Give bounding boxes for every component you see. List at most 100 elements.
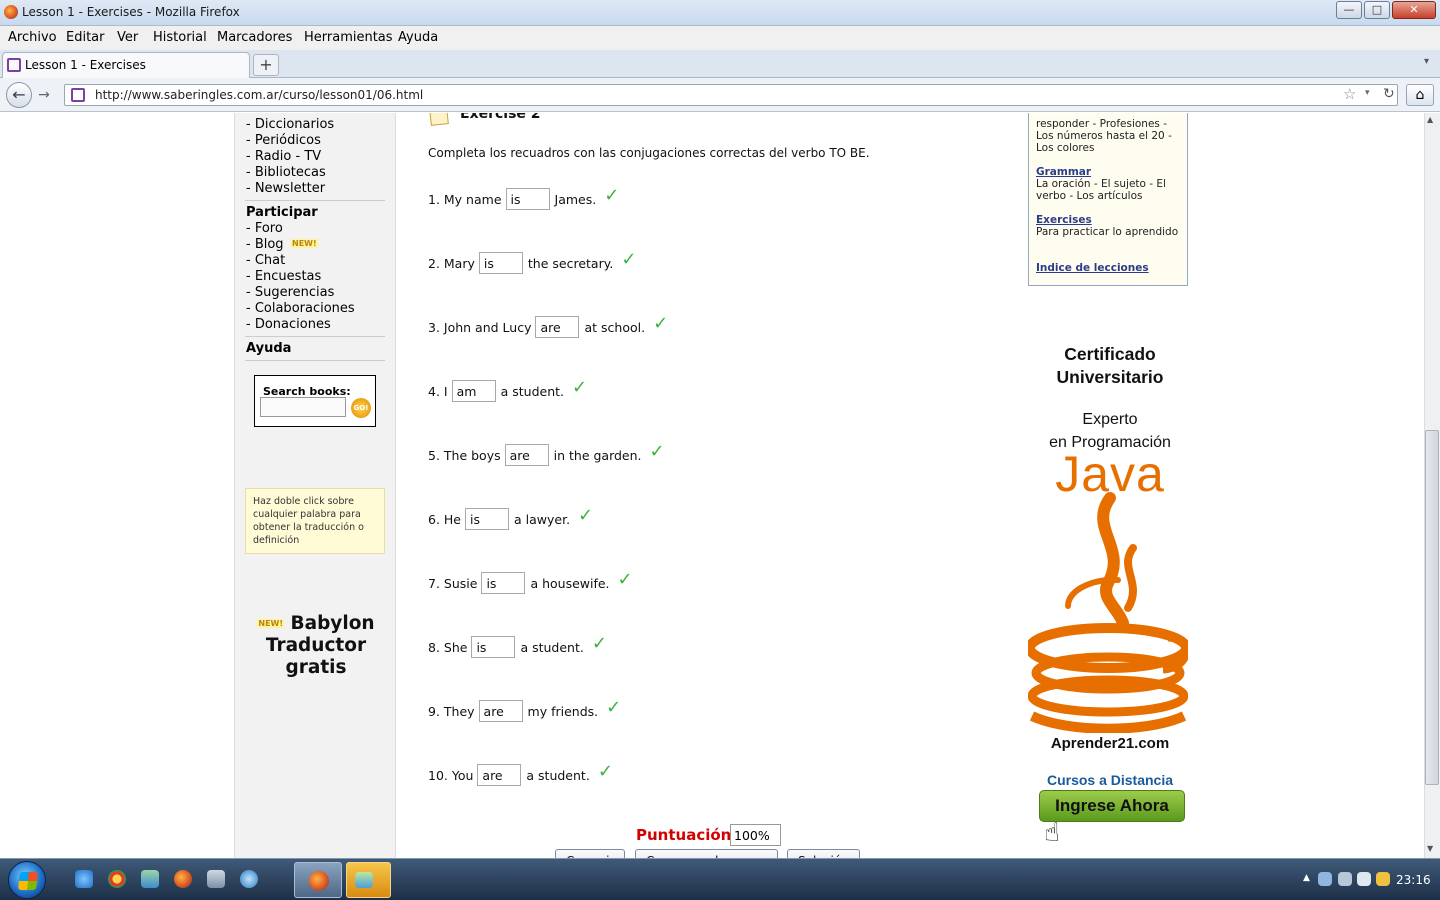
box-icon[interactable]: [207, 870, 225, 888]
search-books-input[interactable]: [260, 397, 346, 417]
sidebar-item-bibliotecas[interactable]: - Bibliotecas: [246, 165, 326, 180]
sidebar-heading-ayuda[interactable]: Ayuda: [246, 341, 291, 356]
maximize-button[interactable]: □: [1364, 1, 1390, 19]
menu-herramientas[interactable]: Herramientas: [304, 30, 393, 45]
menu-historial[interactable]: Historial: [153, 30, 207, 45]
sidebar-item-newsletter[interactable]: - Newsletter: [246, 181, 325, 196]
network-tray-icon[interactable]: [1357, 872, 1371, 886]
divider: [245, 200, 385, 201]
site-identity-icon[interactable]: [71, 88, 85, 102]
user-tray-icon[interactable]: [1338, 872, 1352, 886]
globe-icon[interactable]: [240, 870, 258, 888]
url-text[interactable]: http://www.saberingles.com.ar/curso/less…: [95, 88, 423, 102]
home-button[interactable]: ⌂: [1406, 84, 1434, 106]
forward-button[interactable]: →: [34, 86, 54, 104]
menu-marcadores[interactable]: Marcadores: [217, 30, 292, 45]
exercises-link[interactable]: Exercises: [1036, 214, 1092, 226]
sidebar-item-colaboraciones[interactable]: - Colaboraciones: [246, 301, 355, 316]
user-tray-icon[interactable]: [1318, 872, 1332, 886]
start-button[interactable]: [8, 861, 46, 899]
sidebar-item-label[interactable]: Blog: [255, 237, 284, 252]
sidebar-item-label[interactable]: Chat: [255, 253, 285, 268]
sidebar-item-label[interactable]: Sugerencias: [255, 285, 335, 300]
babylon-line-2[interactable]: Traductor: [235, 635, 397, 657]
answer-input[interactable]: are: [504, 444, 549, 466]
babylon-ad[interactable]: NEW! Babylon Traductor gratis: [235, 613, 397, 679]
minimize-button[interactable]: —: [1336, 1, 1362, 19]
answer-input[interactable]: am: [451, 380, 496, 402]
answer-input[interactable]: are: [477, 764, 522, 786]
menu-ayuda[interactable]: Ayuda: [398, 30, 438, 45]
babylon-line-3[interactable]: gratis: [235, 657, 397, 679]
sidebar-item-label[interactable]: Newsletter: [255, 181, 325, 196]
answer-input[interactable]: is: [481, 572, 526, 594]
taskbar-messenger-window[interactable]: [346, 862, 391, 898]
answer-input[interactable]: is: [505, 188, 550, 210]
sidebar-item-donaciones[interactable]: - Donaciones: [246, 317, 331, 332]
ad-exp-line-1[interactable]: Experto: [1030, 408, 1190, 431]
ie-icon[interactable]: [75, 870, 93, 888]
answer-input[interactable]: is: [478, 252, 523, 274]
check-answers-button[interactable]: Corregir: [555, 849, 626, 858]
new-tab-button[interactable]: +: [253, 54, 279, 76]
sidebar-item-label[interactable]: Bibliotecas: [255, 165, 326, 180]
restart-button[interactable]: Comenzar de nuevo: [635, 849, 778, 858]
babylon-title[interactable]: Babylon: [290, 613, 374, 634]
sidebar-item-foro[interactable]: - Foro: [246, 221, 283, 236]
history-dropdown-icon[interactable]: ▾: [1365, 88, 1370, 98]
answer-input[interactable]: are: [535, 316, 580, 338]
new-badge: NEW!: [291, 239, 318, 248]
tab-list-dropdown-icon[interactable]: ▾: [1424, 56, 1429, 67]
sidebar-item-label[interactable]: Donaciones: [255, 317, 331, 332]
sidebar-item-label[interactable]: Periódicos: [255, 133, 321, 148]
sidebar-item-radio-tv[interactable]: - Radio - TV: [246, 149, 321, 164]
messenger-tray-icon[interactable]: [1376, 872, 1390, 886]
menu-editar[interactable]: Editar: [66, 30, 105, 45]
bookmark-star-icon[interactable]: ☆: [1343, 85, 1356, 103]
answer-input[interactable]: is: [465, 508, 509, 530]
search-go-button[interactable]: GO!: [351, 398, 371, 418]
back-button[interactable]: ←: [6, 82, 32, 108]
ad-site-name[interactable]: Aprender21.com: [1030, 735, 1190, 752]
sidebar-item-label[interactable]: Encuestas: [255, 269, 321, 284]
sidebar-item-label[interactable]: Foro: [255, 221, 283, 236]
ingrese-ahora-button[interactable]: Ingrese Ahora: [1039, 790, 1185, 822]
ad-cert-line-2[interactable]: Universitario: [1030, 366, 1190, 389]
chrome-icon[interactable]: [108, 870, 126, 888]
sidebar-item-label[interactable]: Diccionarios: [255, 117, 334, 132]
sidebar-item-label[interactable]: Radio - TV: [255, 149, 321, 164]
answer-input[interactable]: is: [471, 636, 516, 658]
scroll-down-arrow-icon[interactable]: ▼: [1427, 844, 1433, 853]
network-icon[interactable]: [141, 870, 159, 888]
ad-cert-line-1[interactable]: Certificado: [1030, 343, 1190, 366]
menu-ver[interactable]: Ver: [117, 30, 138, 45]
close-button[interactable]: ✕: [1392, 1, 1436, 19]
sidebar-item-sugerencias[interactable]: - Sugerencias: [246, 285, 334, 300]
solution-button[interactable]: Solución: [787, 849, 860, 858]
sidebar-item-periodicos[interactable]: - Periódicos: [246, 133, 321, 148]
firefox-icon[interactable]: [174, 870, 192, 888]
java-cup-icon[interactable]: [1028, 488, 1188, 733]
window-titlebar: Lesson 1 - Exercises - Mozilla Firefox —…: [0, 0, 1440, 26]
ad-cursos-text[interactable]: Cursos a Distancia: [1030, 772, 1190, 788]
ad-certificate-heading[interactable]: Certificado Universitario: [1030, 343, 1190, 389]
exercises-description: Para practicar lo aprendido: [1036, 226, 1179, 238]
scrollbar-thumb[interactable]: [1425, 430, 1439, 785]
lesson-index-link[interactable]: Indice de lecciones: [1036, 262, 1149, 274]
taskbar-firefox-window[interactable]: [294, 862, 342, 898]
sidebar-item-encuestas[interactable]: - Encuestas: [246, 269, 321, 284]
sidebar-item-chat[interactable]: - Chat: [246, 253, 285, 268]
sidebar-item-blog[interactable]: - Blog: [246, 237, 284, 252]
tab-lesson-exercises[interactable]: Lesson 1 - Exercises: [2, 52, 250, 78]
system-clock[interactable]: 23:16: [1396, 873, 1431, 887]
sidebar-item-diccionarios[interactable]: - Diccionarios: [246, 117, 334, 132]
answer-input[interactable]: are: [478, 700, 523, 722]
tray-expand-icon[interactable]: ▲: [1303, 873, 1310, 883]
address-bar[interactable]: http://www.saberingles.com.ar/curso/less…: [64, 84, 1398, 106]
scroll-up-arrow-icon[interactable]: ▲: [1427, 115, 1433, 124]
correct-check-icon: ✓: [621, 248, 637, 270]
reload-icon[interactable]: ↻: [1383, 86, 1395, 102]
grammar-link[interactable]: Grammar: [1036, 166, 1091, 178]
menu-archivo[interactable]: Archivo: [8, 30, 57, 45]
sidebar-item-label[interactable]: Colaboraciones: [255, 301, 355, 316]
